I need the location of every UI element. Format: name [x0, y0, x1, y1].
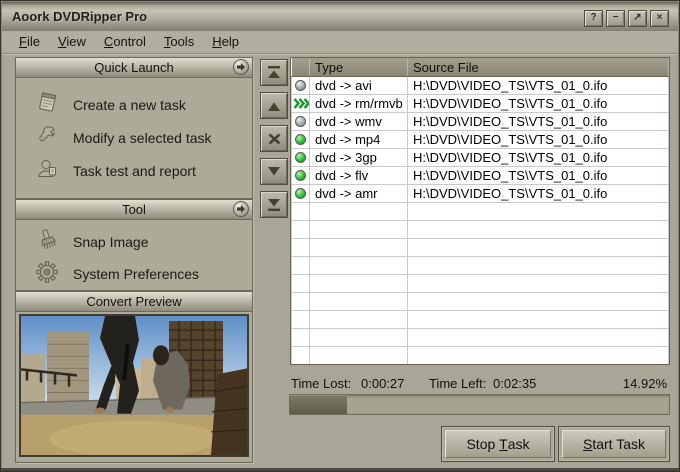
- task-type: dvd -> flv: [310, 167, 408, 185]
- arrow-right-icon: [236, 62, 246, 72]
- status-icon: [292, 185, 309, 202]
- task-type: dvd -> wmv: [310, 113, 408, 131]
- table-row[interactable]: dvd -> mp4 H:\DVD\VIDEO_TS\VTS_01_0.ifo: [292, 131, 669, 149]
- task-source: H:\DVD\VIDEO_TS\VTS_01_0.ifo: [408, 95, 669, 113]
- empty-row: [292, 221, 669, 239]
- empty-row: [292, 203, 669, 221]
- new-task-icon: [36, 91, 58, 118]
- task-type: dvd -> avi: [310, 77, 408, 95]
- maximize-button[interactable]: ↗: [628, 10, 647, 27]
- task-source: H:\DVD\VIDEO_TS\VTS_01_0.ifo: [408, 113, 669, 131]
- empty-row: [292, 257, 669, 275]
- move-down-button[interactable]: [260, 158, 288, 185]
- arrow-right-icon: [236, 204, 246, 214]
- table-header-row: Type Source File: [292, 58, 669, 77]
- status-icon: [292, 131, 309, 148]
- table-row[interactable]: dvd -> 3gp H:\DVD\VIDEO_TS\VTS_01_0.ifo: [292, 149, 669, 167]
- table-row[interactable]: dvd -> wmv H:\DVD\VIDEO_TS\VTS_01_0.ifo: [292, 113, 669, 131]
- time-lost-label: Time Lost:: [291, 376, 351, 391]
- status-icon: [292, 149, 309, 166]
- type-column-header[interactable]: Type: [310, 58, 408, 77]
- task-type: dvd -> 3gp: [310, 149, 408, 167]
- menu-tools[interactable]: Tools: [155, 32, 203, 52]
- table-row[interactable]: dvd -> avi H:\DVD\VIDEO_TS\VTS_01_0.ifo: [292, 77, 669, 95]
- tool-header: Tool: [16, 200, 252, 220]
- task-type: dvd -> rm/rmvb: [310, 95, 408, 113]
- empty-row: [292, 329, 669, 347]
- wrench-icon: [36, 124, 58, 151]
- progress-fill: [290, 395, 347, 414]
- caption-buttons: ? − ↗ ×: [584, 10, 669, 27]
- task-table: Type Source File dvd -> avi H:\DVD\VIDEO…: [290, 57, 670, 365]
- create-new-task-item[interactable]: Create a new task: [16, 88, 252, 121]
- move-bottom-button[interactable]: [260, 191, 288, 218]
- source-column-header[interactable]: Source File: [408, 58, 669, 77]
- brush-icon: [36, 229, 58, 256]
- tool-panel: Tool Snap Image System Preferences: [15, 199, 253, 291]
- title-bar[interactable]: Aoork DVDRipper Pro ? − ↗ ×: [2, 2, 678, 31]
- menu-bar: File View Control Tools Help: [2, 31, 678, 54]
- report-icon: [36, 157, 58, 184]
- status-icon: [292, 167, 309, 184]
- progress-bar: [289, 394, 670, 415]
- empty-row: [292, 311, 669, 329]
- empty-row: [292, 365, 669, 366]
- empty-row: [292, 347, 669, 365]
- progress-percent: 14.92%: [623, 376, 667, 391]
- task-source: H:\DVD\VIDEO_TS\VTS_01_0.ifo: [408, 167, 669, 185]
- task-source: H:\DVD\VIDEO_TS\VTS_01_0.ifo: [408, 131, 669, 149]
- quick-launch-panel: Quick Launch Create a new task Modify a …: [15, 57, 253, 199]
- status-icon: [292, 113, 309, 130]
- tool-collapse-button[interactable]: [233, 201, 249, 217]
- move-bottom-icon: [267, 198, 281, 211]
- task-type: dvd -> mp4: [310, 131, 408, 149]
- move-up-button[interactable]: [260, 92, 288, 119]
- status-icon: [292, 77, 309, 94]
- time-left-label: Time Left:: [429, 376, 486, 391]
- menu-view[interactable]: View: [49, 32, 95, 52]
- time-lost-value: 0:00:27: [361, 376, 404, 391]
- delete-x-icon: [268, 133, 281, 145]
- close-button[interactable]: ×: [650, 10, 669, 27]
- table-row[interactable]: dvd -> rm/rmvb H:\DVD\VIDEO_TS\VTS_01_0.…: [292, 95, 669, 113]
- task-source: H:\DVD\VIDEO_TS\VTS_01_0.ifo: [408, 185, 669, 203]
- table-row[interactable]: dvd -> flv H:\DVD\VIDEO_TS\VTS_01_0.ifo: [292, 167, 669, 185]
- help-button[interactable]: ?: [584, 10, 603, 27]
- modify-task-item[interactable]: Modify a selected task: [16, 121, 252, 154]
- quick-launch-collapse-button[interactable]: [233, 59, 249, 75]
- app-window: Aoork DVDRipper Pro ? − ↗ × File View Co…: [0, 0, 680, 472]
- convert-preview-panel: Convert Preview: [15, 291, 253, 463]
- table-row[interactable]: dvd -> amr H:\DVD\VIDEO_TS\VTS_01_0.ifo: [292, 185, 669, 203]
- task-source: H:\DVD\VIDEO_TS\VTS_01_0.ifo: [408, 149, 669, 167]
- task-type: dvd -> amr: [310, 185, 408, 203]
- delete-task-button[interactable]: [260, 125, 288, 152]
- move-top-button[interactable]: [260, 59, 288, 86]
- task-source: H:\DVD\VIDEO_TS\VTS_01_0.ifo: [408, 77, 669, 95]
- quick-launch-header: Quick Launch: [16, 58, 252, 78]
- window-title: Aoork DVDRipper Pro: [12, 9, 147, 24]
- menu-help[interactable]: Help: [203, 32, 248, 52]
- move-down-icon: [267, 166, 281, 178]
- menu-control[interactable]: Control: [95, 32, 155, 52]
- convert-preview-header: Convert Preview: [16, 292, 252, 312]
- status-icon: [292, 95, 309, 112]
- move-up-icon: [267, 100, 281, 112]
- menu-file[interactable]: File: [10, 32, 49, 52]
- empty-row: [292, 239, 669, 257]
- status-column-header[interactable]: [292, 58, 310, 77]
- empty-row: [292, 293, 669, 311]
- time-left-value: 0:02:35: [493, 376, 536, 391]
- preview-image: [19, 314, 249, 457]
- system-preferences-item[interactable]: System Preferences: [16, 258, 252, 290]
- empty-row: [292, 275, 669, 293]
- stop-task-button[interactable]: Stop Task: [441, 426, 555, 462]
- snap-image-item[interactable]: Snap Image: [16, 226, 252, 258]
- move-top-icon: [267, 66, 281, 79]
- window-bottom-border: [1, 468, 679, 471]
- gear-icon: [36, 261, 58, 288]
- task-test-report-item[interactable]: Task test and report: [16, 154, 252, 187]
- start-task-button[interactable]: Start Task: [558, 426, 670, 462]
- minimize-button[interactable]: −: [606, 10, 625, 27]
